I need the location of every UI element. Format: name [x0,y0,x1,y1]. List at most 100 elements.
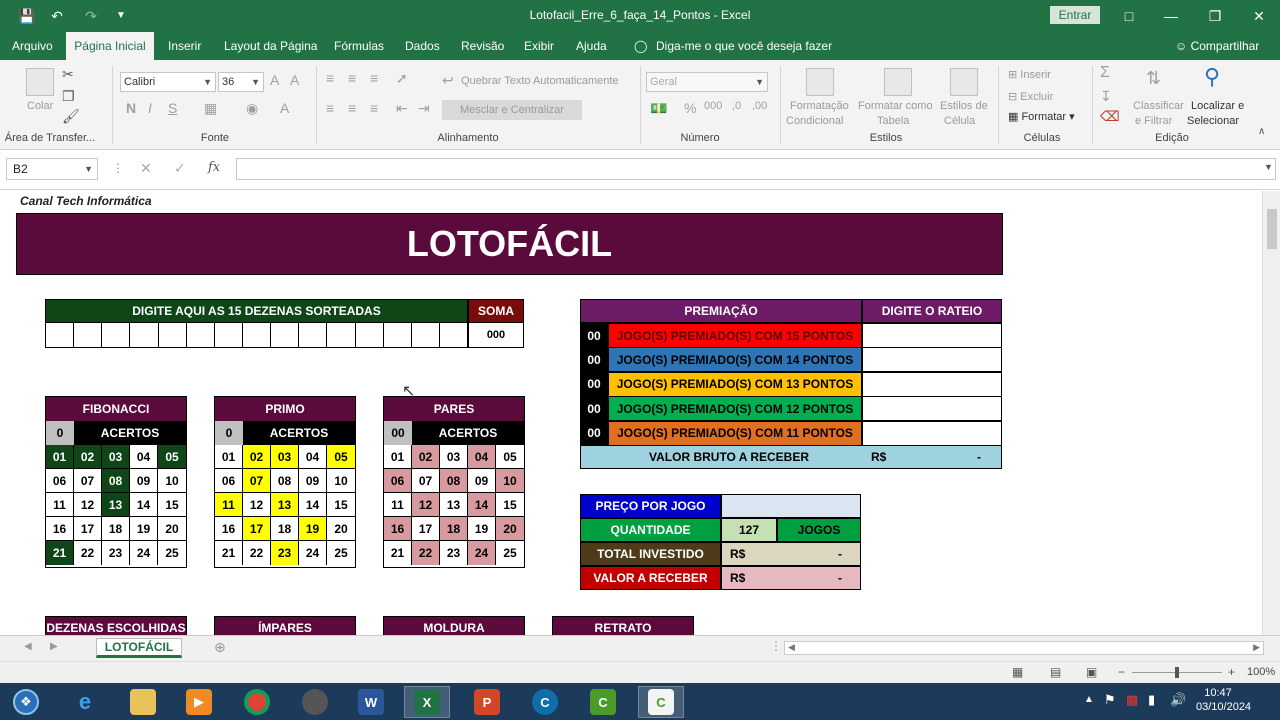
align-center-icon[interactable]: ≡ [348,100,356,116]
worksheet[interactable]: Canal Tech Informática LOTOFÁCIL DIGITE … [0,191,1262,635]
dezena-input[interactable] [46,323,75,347]
tab-revisao[interactable]: Revisão [455,32,510,60]
dezena-input[interactable] [243,323,272,347]
increase-font-icon[interactable]: A [270,72,279,88]
format-table-icon[interactable] [884,68,912,96]
format-table-label-2[interactable]: Tabela [877,115,909,127]
sort-filter-label-1[interactable]: Classificar [1133,100,1184,112]
cond-format-label-1[interactable]: Formatação [790,100,849,112]
cell-styles-label-2[interactable]: Célula [944,115,975,127]
minimize-icon[interactable]: — [1156,6,1186,26]
volume-icon[interactable]: 🔊 [1170,692,1186,708]
formula-input[interactable] [236,158,1276,180]
rateio-input[interactable] [862,323,1002,348]
tab-pagina-inicial[interactable]: Página Inicial [66,32,154,60]
wrap-text-icon[interactable]: ↩ [442,72,454,89]
vertical-scrollbar[interactable] [1262,191,1280,635]
autosum-icon[interactable]: Σ [1100,64,1110,82]
sort-filter-icon[interactable]: ⇅ [1146,68,1161,89]
clear-icon[interactable]: ⌫ [1100,108,1120,125]
zoom-in-icon[interactable]: + [1228,665,1235,679]
borders-icon[interactable]: ▦ [204,100,217,117]
decrease-decimal-icon[interactable]: ,00 [752,100,767,112]
dezena-input[interactable] [187,323,215,347]
align-top-icon[interactable]: ≡ [326,70,334,86]
tab-layout[interactable]: Layout da Página [218,32,323,60]
taskbar-excel[interactable]: X [404,686,450,718]
action-center-icon[interactable]: ⚑ [1104,692,1116,708]
dezena-input[interactable] [384,323,412,347]
tab-arquivo[interactable]: Arquivo [6,32,59,60]
horizontal-scrollbar[interactable]: ◀ ▶ [784,641,1264,655]
merge-center-button[interactable]: Mesclar e Centralizar [442,100,582,120]
rateio-input[interactable] [862,371,1002,397]
tab-inserir[interactable]: Inserir [162,32,207,60]
dezena-input[interactable] [130,323,159,347]
rateio-input[interactable] [862,347,1002,373]
font-color-icon[interactable]: A [280,100,289,116]
cancel-icon[interactable]: ✕ [140,160,152,177]
find-select-label-2[interactable]: Selecionar [1187,115,1239,127]
rateio-input[interactable] [862,396,1002,422]
dezena-input[interactable] [159,323,187,347]
taskbar-powerpoint[interactable]: P [464,686,510,718]
page-break-icon[interactable]: ▣ [1086,665,1097,679]
format-cells-button[interactable]: ▦ Formatar ▾ [1008,110,1075,123]
fill-icon[interactable]: ↧ [1100,88,1112,105]
italic-button[interactable]: I [148,100,152,116]
price-input[interactable] [721,494,861,518]
magnifier-icon[interactable]: ⚲ [1204,64,1220,90]
delete-cells-button[interactable]: ⊟ Excluir [1008,90,1053,103]
taskbar-app[interactable] [292,686,338,718]
taskbar-camtasia[interactable]: C [580,686,626,718]
fill-color-icon[interactable]: ◉ [246,100,258,117]
network-icon[interactable]: ▮ [1148,692,1155,708]
taskbar-media[interactable]: ▶ [176,686,222,718]
add-sheet-icon[interactable]: ⊕ [214,639,226,656]
taskbar-chrome[interactable] [234,686,280,718]
name-box[interactable]: B2 ▼ [6,158,98,180]
increase-indent-icon[interactable]: ⇥ [418,100,430,117]
zoom-slider-handle[interactable] [1175,667,1179,678]
cell-styles-label-1[interactable]: Estilos de [940,100,988,112]
taskbar-explorer[interactable] [120,686,166,718]
share-button[interactable]: ☺ Compartilhar [1175,32,1259,60]
align-left-icon[interactable]: ≡ [326,100,334,116]
dezena-input[interactable] [74,323,103,347]
expand-formula-icon[interactable]: ▼ [1264,162,1273,172]
currency-icon[interactable]: 💵 [650,100,667,117]
rateio-input[interactable] [862,420,1002,446]
ribbon-display-icon[interactable]: □ [1114,6,1144,26]
normal-view-icon[interactable]: ▦ [1012,665,1023,679]
close-icon[interactable]: ✕ [1244,6,1274,26]
tab-ajuda[interactable]: Ajuda [570,32,613,60]
cell-styles-icon[interactable] [950,68,978,96]
decrease-indent-icon[interactable]: ⇤ [396,100,408,117]
tell-me-search[interactable]: Diga-me o que você deseja fazer [650,32,838,60]
dezena-input[interactable] [356,323,384,347]
taskbar-word[interactable]: W [348,686,394,718]
show-hidden-icons[interactable]: ▲ [1084,694,1094,705]
cond-format-label-2[interactable]: Condicional [786,115,843,127]
dezena-input[interactable] [412,323,440,347]
sheet-tab-lotofacil[interactable]: LOTOFÁCIL [96,638,182,658]
dezena-input[interactable] [440,323,467,347]
copy-icon[interactable]: ❐ [62,88,75,105]
font-size-select[interactable]: 36 ▼ [218,72,264,92]
format-table-label-1[interactable]: Formatar como [858,100,933,112]
tab-dados[interactable]: Dados [399,32,446,60]
page-layout-icon[interactable]: ▤ [1050,665,1061,679]
dezena-input[interactable] [327,323,356,347]
align-right-icon[interactable]: ≡ [370,100,378,116]
dezena-input[interactable] [215,323,243,347]
prev-sheet-icon[interactable]: ◀ [24,641,32,652]
scroll-right-icon[interactable]: ▶ [1253,642,1260,653]
next-sheet-icon[interactable]: ▶ [50,641,58,652]
orientation-icon[interactable]: ➚ [396,70,408,87]
conditional-format-icon[interactable] [806,68,834,96]
align-middle-icon[interactable]: ≡ [348,70,356,86]
scroll-thumb[interactable] [1267,209,1277,249]
dezena-input[interactable] [299,323,328,347]
taskbar-ccleaner[interactable]: C [522,686,568,718]
align-bottom-icon[interactable]: ≡ [370,70,378,86]
